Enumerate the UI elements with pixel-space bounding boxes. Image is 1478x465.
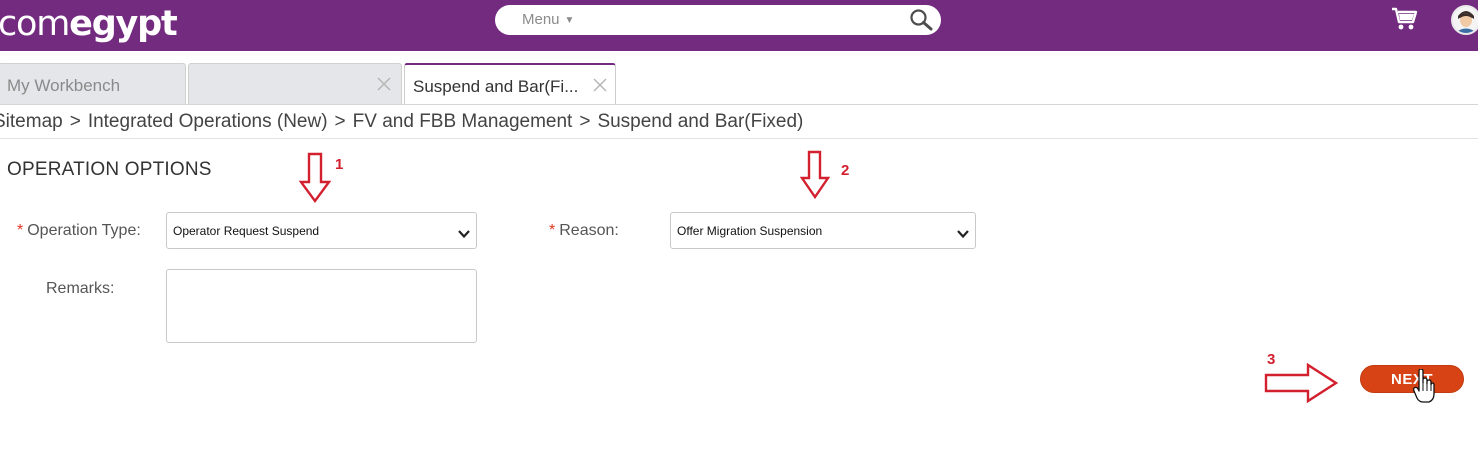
reason-label: * Reason: <box>549 221 619 241</box>
breadcrumb-separator: > <box>334 111 346 132</box>
tab-label: My Workbench <box>7 76 121 95</box>
search-icon[interactable] <box>909 8 933 37</box>
annotation-number-2: 2 <box>841 162 850 179</box>
annotation-arrow-down-icon <box>298 152 332 209</box>
annotation-number-1: 1 <box>335 156 344 173</box>
breadcrumb-item-suspend-and-bar: Suspend and Bar(Fixed) <box>597 111 804 132</box>
user-avatar[interactable] <box>1451 5 1478 35</box>
annotation-arrow-down-icon <box>799 150 831 205</box>
breadcrumb: Sitemap > Integrated Operations (New) > FV a… <box>0 108 803 136</box>
tabs-divider <box>0 104 1478 105</box>
tab-my-workbench[interactable]: My Workbench <box>0 63 186 104</box>
breadcrumb-item-integrated-operations[interactable]: Integrated Operations (New) <box>88 111 328 132</box>
next-button-label: NEXT <box>1390 371 1433 388</box>
tab-untitled[interactable] <box>188 63 402 104</box>
remarks-label: Remarks: <box>46 280 115 297</box>
chevron-down-icon <box>458 226 470 244</box>
operation-type-label: * Operation Type: <box>17 221 141 241</box>
logo-text-light: com <box>0 4 70 44</box>
reason-select[interactable]: Offer Migration Suspension <box>670 212 976 249</box>
tab-suspend-and-bar[interactable]: Suspend and Bar(Fi... <box>404 63 616 104</box>
annotation-arrow-right-icon <box>1264 362 1340 409</box>
operation-type-value: Operator Request Suspend <box>173 224 320 238</box>
menu-search-bar[interactable]: Menu ▼ <box>495 5 941 35</box>
chevron-down-icon <box>957 226 969 244</box>
menu-dropdown[interactable]: Menu ▼ <box>522 5 574 37</box>
breadcrumb-separator: > <box>69 111 81 132</box>
caret-down-icon: ▼ <box>564 15 575 26</box>
breadcrumb-separator: > <box>579 111 591 132</box>
reason-label-text: Reason: <box>559 222 619 239</box>
breadcrumb-item-sitemap[interactable]: Sitemap <box>0 111 63 132</box>
next-button[interactable]: NEXT <box>1360 365 1464 393</box>
required-marker: * <box>549 222 556 239</box>
logo-text-bold: egypt <box>69 4 178 44</box>
required-marker: * <box>17 222 24 239</box>
menu-label: Menu <box>522 11 560 28</box>
section-title: OPERATION OPTIONS <box>7 159 212 180</box>
tab-label: Suspend and Bar(Fi... <box>413 77 579 96</box>
operation-type-label-text: Operation Type: <box>27 222 141 239</box>
hand-cursor-icon <box>1413 368 1435 410</box>
close-icon[interactable] <box>590 75 610 95</box>
brand-logo[interactable]: comegypt <box>0 2 178 46</box>
close-icon[interactable] <box>374 74 394 94</box>
reason-value: Offer Migration Suspension <box>677 224 823 238</box>
cart-icon[interactable] <box>1390 6 1418 37</box>
breadcrumb-divider <box>0 138 1478 139</box>
top-header: comegypt Menu ▼ <box>0 0 1478 51</box>
operation-type-select[interactable]: Operator Request Suspend <box>166 212 477 249</box>
remarks-textarea[interactable] <box>166 269 477 343</box>
breadcrumb-item-fv-fbb-management[interactable]: FV and FBB Management <box>353 111 573 132</box>
